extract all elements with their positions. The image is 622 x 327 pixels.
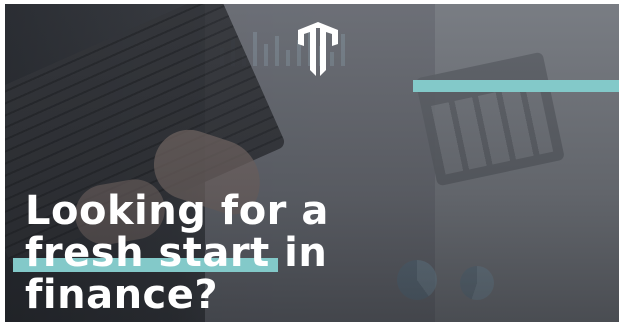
highlighted-text: fresh start: [25, 230, 270, 276]
headline-line-2-rest: in: [269, 230, 328, 276]
promo-banner[interactable]: Looking for a fresh start in finance?: [5, 4, 619, 322]
video-thumbnail-frame: Looking for a fresh start in finance?: [0, 0, 622, 327]
headline-line-1: Looking for a: [25, 188, 329, 234]
headline-line-3: finance?: [25, 272, 219, 318]
stacked-m-logo-icon: [298, 22, 338, 76]
accent-bar: [413, 80, 619, 92]
highlighted-phrase: fresh start: [13, 230, 278, 276]
headline: Looking for a fresh start in finance?: [13, 188, 329, 318]
headline-line-2: fresh start in: [13, 230, 329, 276]
